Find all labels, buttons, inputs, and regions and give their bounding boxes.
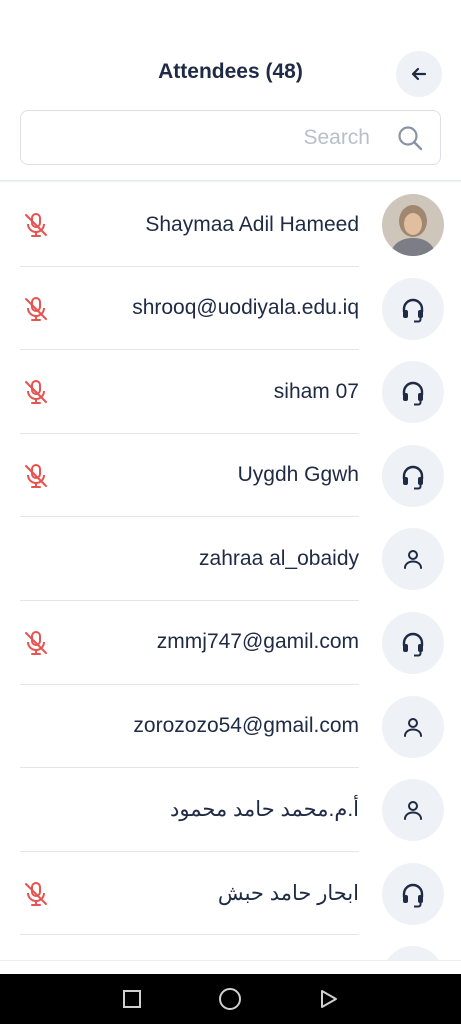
attendee-name: Uygdh Ggwh <box>237 463 359 487</box>
headphones-icon <box>399 880 427 908</box>
avatar <box>382 946 444 960</box>
mic-muted-icon <box>22 629 50 657</box>
attendee-row[interactable]: siham 07 <box>0 350 461 434</box>
avatar <box>382 779 444 842</box>
page-title: Attendees (48) <box>158 60 303 83</box>
headphones-icon <box>399 462 427 490</box>
attendee-name: أ.م.محمد حامد محمود <box>170 798 359 822</box>
attendee-row[interactable]: Uygdh Ggwh <box>0 434 461 518</box>
search-box[interactable] <box>20 110 441 165</box>
triangle-back-icon <box>321 990 337 1008</box>
arrow-left-icon <box>411 67 427 81</box>
search-icon[interactable] <box>396 124 424 152</box>
user-icon <box>401 715 425 739</box>
back-button[interactable] <box>396 51 442 97</box>
search-input[interactable] <box>31 123 370 153</box>
attendee-row[interactable]: أ.م.محمد حامد محمود <box>0 768 461 852</box>
nav-back-button[interactable] <box>315 986 341 1012</box>
circle-icon <box>219 988 241 1010</box>
attendee-name: zorozozo54@gmail.com <box>133 714 359 738</box>
avatar <box>382 695 444 758</box>
avatar <box>382 277 444 340</box>
headphones-icon <box>399 629 427 657</box>
attendee-row[interactable]: zorozozo54@gmail.com <box>0 685 461 769</box>
system-navigation-bar <box>0 974 461 1024</box>
attendee-row[interactable]: shrooq@uodiyala.edu.iq <box>0 267 461 351</box>
attendee-list[interactable]: Shaymaa Adil Hameed shrooq@uodiyala.edu.i… <box>0 183 461 960</box>
profile-photo <box>382 194 444 256</box>
user-icon <box>401 547 425 571</box>
user-icon <box>401 798 425 822</box>
attendee-row[interactable]: Shaymaa Adil Hameed <box>0 183 461 267</box>
attendees-header: Attendees (48) <box>0 0 461 180</box>
recents-button[interactable] <box>119 986 145 1012</box>
headphones-icon <box>399 295 427 323</box>
mic-muted-icon <box>22 211 50 239</box>
mic-muted-icon <box>22 462 50 490</box>
avatar <box>382 444 444 507</box>
attendee-name: siham 07 <box>273 379 359 403</box>
attendee-name: zahraa al_obaidy <box>199 546 359 570</box>
mic-muted-icon <box>22 295 50 323</box>
attendee-row[interactable]: zmmj747@gamil.com <box>0 601 461 685</box>
headphones-icon <box>399 378 427 406</box>
attendee-row-partial[interactable] <box>0 935 461 960</box>
attendee-name: ابحار حامد حبش <box>217 881 359 905</box>
avatar <box>382 361 444 424</box>
attendee-row[interactable]: zahraa al_obaidy <box>0 517 461 601</box>
attendee-row[interactable]: ابحار حامد حبش <box>0 852 461 936</box>
avatar <box>382 611 444 674</box>
avatar-photo <box>382 194 444 256</box>
home-button[interactable] <box>217 986 243 1012</box>
square-icon <box>123 990 141 1008</box>
attendee-name: zmmj747@gamil.com <box>156 630 359 654</box>
attendee-name: Shaymaa Adil Hameed <box>145 212 359 236</box>
avatar <box>382 862 444 925</box>
mic-muted-icon <box>22 378 50 406</box>
mic-muted-icon <box>22 880 50 908</box>
avatar <box>382 528 444 591</box>
list-bottom-edge <box>0 960 461 974</box>
attendee-name: shrooq@uodiyala.edu.iq <box>132 296 359 320</box>
